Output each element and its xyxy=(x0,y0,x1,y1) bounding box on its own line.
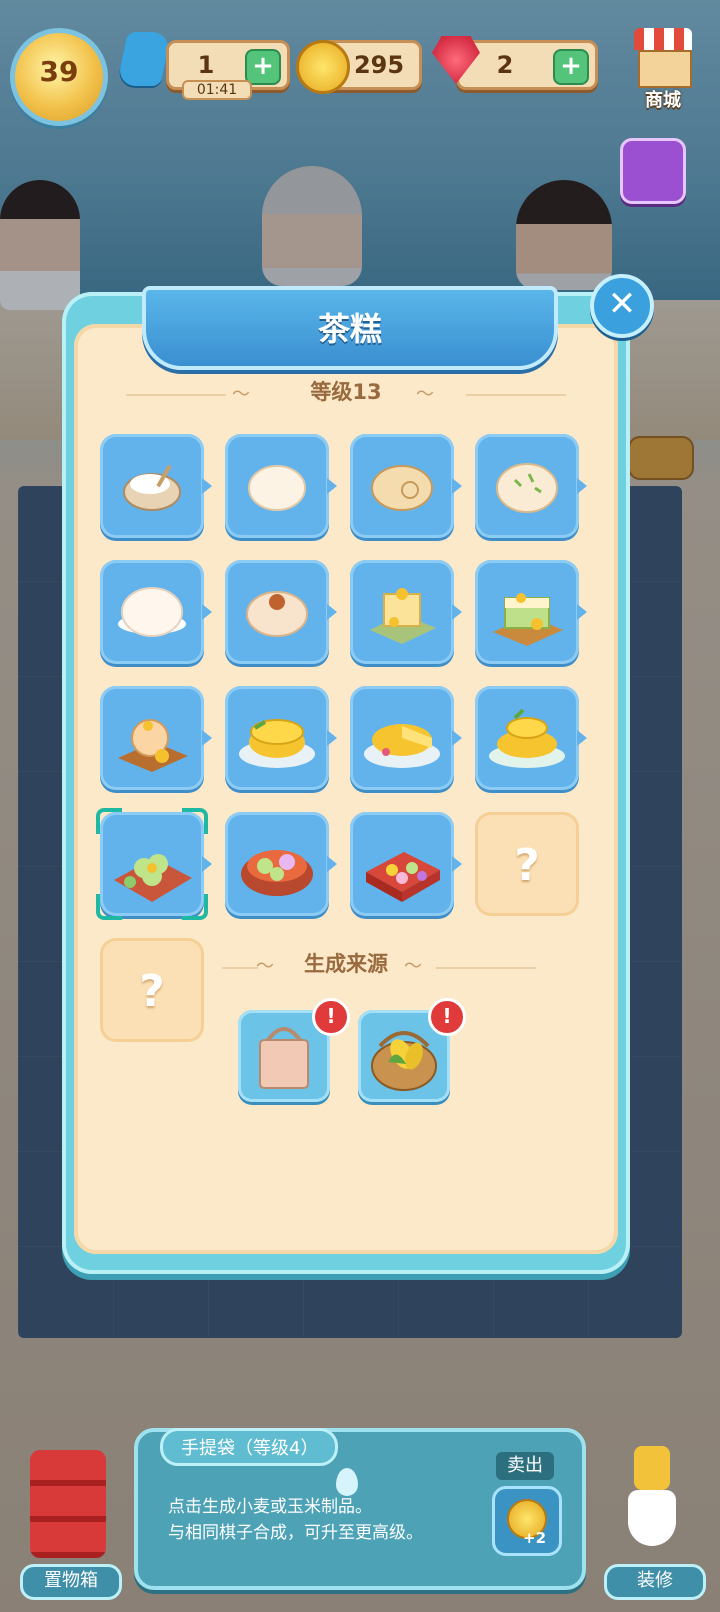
tiered-citrus-cake-icon xyxy=(489,708,565,768)
sell-label: 卖出 xyxy=(496,1452,554,1480)
storage-box-icon xyxy=(30,1450,106,1558)
info-drop-icon xyxy=(336,1468,358,1496)
popup-title-banner: 茶糕 xyxy=(142,286,558,370)
item-tile[interactable] xyxy=(100,434,212,538)
item-tile[interactable] xyxy=(475,434,587,538)
locked-item-tile[interactable]: ? xyxy=(475,812,579,916)
item-tile[interactable] xyxy=(475,560,587,664)
energy-timer: 01:41 xyxy=(182,80,252,100)
divider xyxy=(126,394,226,396)
player-level: 39 xyxy=(39,55,79,88)
unknown-item-mark: ? xyxy=(139,966,165,1017)
item-tile[interactable] xyxy=(350,686,462,790)
flour-bowl-icon xyxy=(123,464,181,511)
swirl-right-icon: ～ xyxy=(404,956,422,977)
paint-brush-icon xyxy=(624,1446,680,1556)
chain-arrow-icon xyxy=(452,478,462,494)
shop-button[interactable]: 商城 xyxy=(628,28,698,111)
dough-ball-icon xyxy=(248,465,306,511)
item-tile[interactable] xyxy=(475,686,587,790)
item-tile[interactable] xyxy=(225,560,337,664)
chain-arrow-icon xyxy=(327,730,337,746)
roll-bread-icon xyxy=(371,465,433,511)
sell-value: +2 xyxy=(523,1529,547,1547)
item-tile[interactable] xyxy=(100,686,212,790)
shop-icon xyxy=(634,28,692,50)
item-tile[interactable] xyxy=(350,812,462,916)
locked-item-tile[interactable]: ? xyxy=(100,938,204,1042)
chain-arrow-icon xyxy=(202,478,212,494)
chain-arrow-icon xyxy=(202,604,212,620)
shop-label: 商城 xyxy=(645,90,681,111)
chain-arrow-icon xyxy=(577,604,587,620)
item-tile[interactable] xyxy=(225,686,337,790)
decorate-button[interactable]: 装修 xyxy=(604,1440,706,1600)
coin-icon xyxy=(296,40,350,94)
alert-badge: ! xyxy=(312,998,350,1036)
add-energy-button[interactable]: + xyxy=(245,49,281,85)
divider xyxy=(466,394,566,396)
storage-button[interactable]: 置物箱 xyxy=(20,1440,122,1600)
source-section-label: 生成来源 xyxy=(304,952,388,976)
item-tile[interactable] xyxy=(225,434,337,538)
layered-flower-cake-icon xyxy=(493,593,563,646)
selection-corner xyxy=(182,808,208,834)
chain-arrow-icon xyxy=(202,730,212,746)
swirl-left-icon: ～ xyxy=(256,956,274,977)
divider xyxy=(436,967,536,969)
popup-content: ～ 等级13 ～ ?? ～ 生成来源 ～ ! ! xyxy=(74,324,618,1254)
citrus-slice-cake-icon xyxy=(364,724,440,768)
item-description: 点击生成小麦或玉米制品。 与相同棋子合成，可升至更高级。 xyxy=(168,1497,423,1543)
cake-gift-box-icon xyxy=(366,852,440,902)
flower-cake-bowl-icon xyxy=(241,850,313,896)
item-tile-selected[interactable] xyxy=(96,808,212,920)
close-button[interactable]: ✕ xyxy=(590,274,654,338)
chain-arrow-icon xyxy=(327,478,337,494)
flower-cake-icon xyxy=(370,588,436,644)
selection-corner xyxy=(96,894,122,920)
decorate-label: 装修 xyxy=(604,1564,706,1600)
player-level-badge[interactable]: 39 xyxy=(10,28,108,126)
item-tile[interactable] xyxy=(350,560,462,664)
selection-corner xyxy=(182,894,208,920)
chain-arrow-icon xyxy=(452,604,462,620)
chain-arrow-icon xyxy=(327,856,337,872)
chain-arrow-icon xyxy=(577,730,587,746)
unknown-item-mark: ? xyxy=(514,840,540,891)
add-gems-button[interactable]: + xyxy=(553,49,589,85)
side-event-button[interactable] xyxy=(620,138,686,204)
item-tile[interactable] xyxy=(100,560,212,664)
item-tile[interactable] xyxy=(350,434,462,538)
citrus-cake-icon xyxy=(239,719,315,768)
divider xyxy=(222,967,258,969)
coin-value: 295 xyxy=(353,51,405,79)
sesame-bun-icon xyxy=(246,591,308,637)
chain-arrow-icon xyxy=(452,730,462,746)
source-corn-basket[interactable]: ! xyxy=(358,998,466,1102)
item-tile[interactable] xyxy=(225,812,337,916)
selection-corner xyxy=(96,808,122,834)
item-info-panel: 手提袋（等级4） 点击生成小麦或玉米制品。 与相同棋子合成，可升至更高级。 卖出… xyxy=(134,1428,586,1590)
gem-counter: 2 + xyxy=(456,40,598,90)
chain-arrow-icon xyxy=(452,856,462,872)
scallion-bun-icon xyxy=(496,463,558,513)
swirl-right-icon: ～ xyxy=(416,384,434,405)
swirl-left-icon: ～ xyxy=(232,384,250,405)
alert-badge: ! xyxy=(428,998,466,1036)
chain-level-label: 等级13 xyxy=(310,380,382,404)
chain-arrow-icon xyxy=(577,478,587,494)
steamed-bun-icon xyxy=(118,587,186,637)
chain-arrow-icon xyxy=(202,856,212,872)
item-chain-popup: ～ 等级13 ～ ?? ～ 生成来源 ～ ! ! 茶糕 ✕ xyxy=(62,274,654,1274)
sell-button[interactable]: +2 xyxy=(492,1486,562,1556)
selected-item-title: 手提袋（等级4） xyxy=(160,1428,338,1466)
chain-arrow-icon xyxy=(327,604,337,620)
energy-value: 1 xyxy=(197,51,215,79)
flower-tray-cake-icon xyxy=(118,719,188,772)
source-shopping-bag[interactable]: ! xyxy=(238,998,350,1102)
storage-label: 置物箱 xyxy=(20,1564,122,1600)
popup-title: 茶糕 xyxy=(317,310,382,348)
